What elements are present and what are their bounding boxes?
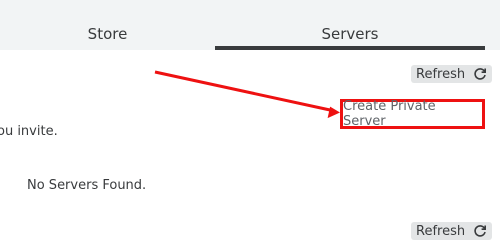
create-private-server-button[interactable]: Create Private Server <box>340 99 485 129</box>
annotation-arrow-head <box>327 106 340 119</box>
refresh-icon <box>473 67 487 81</box>
refresh-button-bottom[interactable]: Refresh <box>411 222 493 240</box>
refresh-label: Refresh <box>416 223 466 239</box>
tab-store[interactable]: Store <box>0 0 215 48</box>
annotation-arrow-shaft <box>154 70 331 112</box>
tab-bar: Store Servers <box>0 0 500 50</box>
no-servers-message: No Servers Found. <box>27 178 147 193</box>
refresh-icon <box>473 224 487 238</box>
active-tab-indicator <box>215 46 485 50</box>
tab-servers[interactable]: Servers <box>215 0 485 48</box>
refresh-label: Refresh <box>416 66 466 82</box>
invite-description-text: ou invite. <box>0 124 58 139</box>
refresh-button-top[interactable]: Refresh <box>411 65 493 83</box>
create-private-server-label: Create Private Server <box>343 99 436 129</box>
